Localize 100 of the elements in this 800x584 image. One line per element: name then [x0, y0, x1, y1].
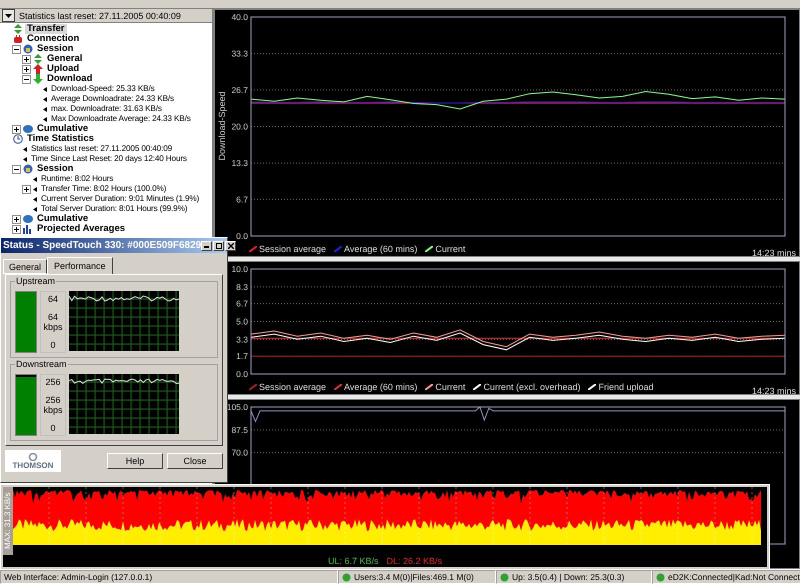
axis-tick-label: 3.3 — [236, 334, 248, 344]
scale-label: 256 — [45, 395, 60, 405]
reset-info-text: Statistics last reset: 27.11.2005 00:40:09 — [19, 10, 181, 20]
tab[interactable]: General — [3, 259, 48, 274]
disc-stack-icon — [23, 214, 33, 224]
plus-icon — [14, 126, 19, 132]
axis-tick-label: 87.5 — [231, 424, 248, 435]
scale-label: 256 — [45, 377, 61, 387]
tree-item[interactable]: Current Server Duration: 9:01 Minutes (1.9%) — [39, 194, 202, 204]
unit-label: kbps — [43, 405, 62, 415]
expander-toggle[interactable] — [12, 44, 21, 54]
expander-toggle[interactable] — [12, 124, 21, 134]
expander-toggle[interactable] — [22, 184, 31, 194]
tree-item[interactable]: Session — [35, 164, 76, 174]
tree-item[interactable]: Upload — [45, 64, 82, 74]
expander-toggle[interactable] — [12, 164, 21, 174]
group-label: Downstream — [15, 359, 68, 369]
axis-tick-label: 0.0 — [236, 369, 248, 379]
tree-item[interactable]: Total Server Duration: 8:01 Hours (99.9%) — [39, 204, 190, 214]
expander-toggle[interactable] — [22, 54, 31, 64]
tree-item[interactable]: Transfer Time: 8:02 Hours (100.0%) — [39, 184, 168, 194]
minimize-button[interactable] — [201, 240, 212, 250]
plus-icon — [24, 186, 29, 192]
expander-toggle[interactable] — [22, 74, 31, 84]
status-text: Users:3.4 M(0)|Files:469.1 M(0) — [354, 572, 474, 582]
maximize-button[interactable] — [213, 240, 224, 250]
window-title: Status - SpeedTouch 330: #000E509F6829 — [3, 240, 202, 251]
tree-item[interactable]: Transfer — [25, 24, 66, 34]
tree-item[interactable]: Download-Speed: 25.33 KB/s — [49, 84, 157, 94]
minus-icon — [14, 46, 19, 52]
tree-item[interactable]: General — [45, 54, 84, 64]
plus-icon — [14, 216, 19, 222]
tree-item[interactable]: Time Statistics — [25, 134, 96, 144]
minimize-icon — [204, 243, 210, 248]
bullet-icon — [43, 116, 47, 122]
axis-tick-label: 1.7 — [236, 351, 248, 362]
bullet-icon — [33, 186, 37, 192]
bar-chart-icon — [23, 224, 33, 234]
legend-swatch-icon — [334, 384, 342, 390]
upload-rate: UL: 6.7 KB/s — [328, 556, 378, 566]
legend-item: Current — [425, 244, 466, 254]
axis-tick-label: 26.7 — [231, 84, 248, 95]
close-icon — [228, 242, 234, 248]
axis-tick-label: 70.0 — [231, 448, 248, 458]
tree-item[interactable]: max. Downloadrate: 31.63 KB/s — [49, 104, 164, 114]
axis-tick-label: 105.0 — [226, 402, 248, 412]
bullet-icon — [43, 106, 47, 112]
bullet-icon — [23, 156, 27, 162]
time-span-label: 14:23 mins — [752, 386, 796, 396]
tab[interactable]: Performance — [47, 257, 113, 274]
legend-swatch-icon — [588, 384, 596, 390]
up-down-arrows-icon — [13, 24, 23, 34]
caret-icon — [5, 14, 12, 18]
down-arrow-icon — [33, 74, 43, 84]
tree-item[interactable]: Average Downloadrate: 24.33 KB/s — [49, 94, 176, 104]
globe-lock-icon — [23, 44, 33, 54]
tree-item[interactable]: Download — [45, 74, 94, 84]
max-rate-label: MAX: 31.3 KB/s — [3, 487, 13, 555]
legend-swatch-icon — [334, 246, 342, 252]
status-text: Web Interface: Admin-Login (127.0.0.1) — [4, 572, 152, 582]
legend-swatch-icon — [473, 384, 482, 390]
legend-item: Average (60 mins) — [334, 244, 418, 254]
minus-icon — [24, 76, 29, 82]
tree-item[interactable]: Statistics last reset: 27.11.2005 00:40:09 — [29, 144, 174, 154]
tree-item[interactable]: Runtime: 8:02 Hours — [39, 174, 116, 184]
download-rate: DL: 26.2 KB/s — [386, 556, 442, 566]
network-icon — [500, 572, 509, 582]
tree-item[interactable]: Connection — [25, 34, 82, 44]
axis-tick-label: 20.0 — [231, 122, 248, 132]
expander-toggle[interactable] — [12, 214, 21, 224]
expander-toggle[interactable] — [12, 224, 21, 234]
axis-tick-label: 6.7 — [236, 298, 248, 309]
legend-item: Average (60 mins) — [334, 382, 418, 392]
up-arrow-icon — [33, 64, 43, 74]
dropdown-button[interactable] — [2, 9, 15, 22]
time-span-label: 14:23 mins — [752, 248, 796, 258]
bullet-icon — [33, 176, 37, 182]
tree-item[interactable]: Cumulative — [35, 214, 90, 224]
scale-label: 64 — [48, 312, 58, 322]
tree-item[interactable]: Projected Averages — [35, 224, 128, 234]
tree-item[interactable]: Session — [35, 44, 76, 54]
expander-toggle[interactable] — [22, 64, 31, 74]
tree-item[interactable]: Time Since Last Reset: 20 days 12:40 Hours — [29, 154, 189, 164]
up-down-arrows-icon — [33, 54, 43, 64]
dialog-button[interactable]: Help — [107, 453, 163, 469]
legend-item: Friend upload — [588, 382, 654, 392]
legend-swatch-icon — [425, 246, 434, 252]
status-text: eD2K:Connected|Kad:Not Connect — [668, 572, 800, 582]
legend-item: Session average — [249, 244, 326, 254]
close-button[interactable] — [225, 240, 236, 250]
scale-label: 0 — [50, 340, 56, 350]
tree-item[interactable]: Max Downloadrate Average: 24.33 KB/s — [49, 114, 193, 124]
bullet-icon — [33, 196, 37, 202]
plus-icon — [24, 66, 29, 72]
axis-tick-label: 0.0 — [236, 231, 248, 241]
dialog-button[interactable]: Close — [167, 453, 223, 469]
tree-item[interactable]: Cumulative — [35, 124, 90, 134]
bullet-icon — [33, 206, 37, 212]
group-label: Upstream — [15, 276, 56, 286]
clock-icon — [13, 134, 23, 144]
